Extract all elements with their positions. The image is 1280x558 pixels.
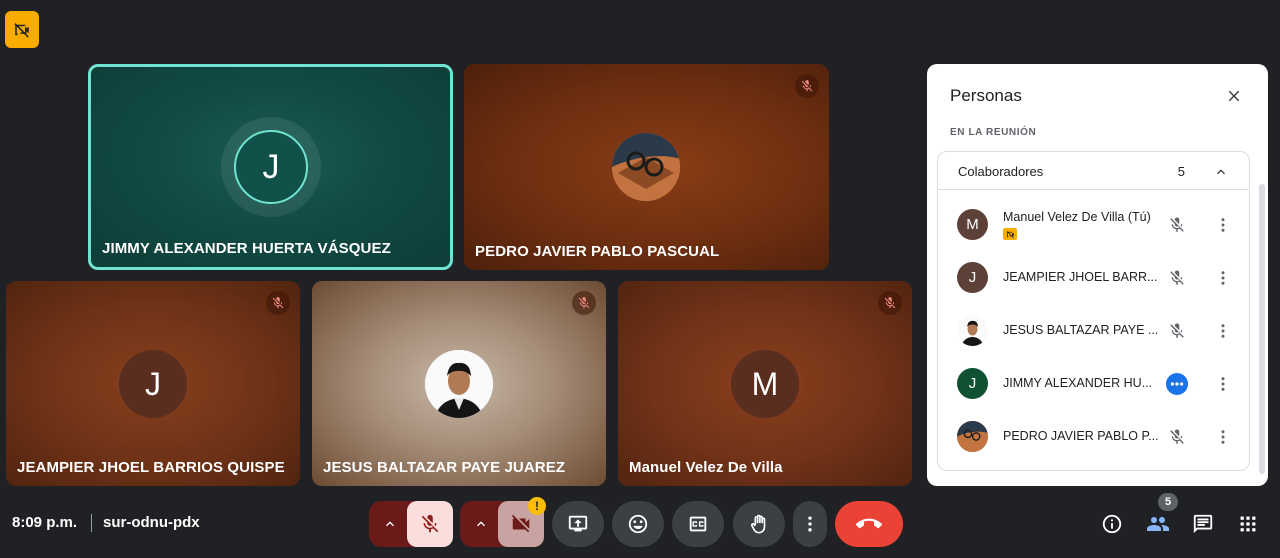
participant-tile[interactable]: J JIMMY ALEXANDER HUERTA VÁSQUEZ (88, 64, 453, 270)
present-screen-button[interactable] (552, 501, 604, 547)
chevron-up-icon[interactable] (369, 501, 411, 547)
list-item[interactable]: M Manuel Velez De Villa (Tú) (938, 200, 1249, 250)
meeting-code: sur-odnu-pdx (103, 514, 200, 531)
avatar: M (957, 209, 988, 240)
present-icon (568, 515, 588, 532)
recording-status-icon (1003, 228, 1017, 240)
list-item[interactable]: J JIMMY ALEXANDER HU... (938, 359, 1249, 409)
mic-off-icon (795, 74, 819, 98)
mic-off-button[interactable] (407, 501, 453, 547)
group-header[interactable]: Colaboradores 5 (938, 152, 1249, 190)
camera-off-icon (511, 514, 530, 533)
group-count: 5 (1177, 164, 1185, 179)
divider (91, 514, 92, 532)
more-options-icon[interactable] (1212, 214, 1234, 236)
group-name: Colaboradores (958, 164, 1044, 179)
person-name: JEAMPIER JHOEL BARR... (1003, 270, 1158, 284)
more-options-icon[interactable] (1212, 373, 1234, 395)
more-options-icon[interactable] (1212, 426, 1234, 448)
avatar (957, 315, 988, 346)
person-name: Manuel Velez De Villa (Tú) (1003, 210, 1151, 224)
close-icon[interactable] (1222, 84, 1246, 108)
participant-name: JEAMPIER JHOEL BARRIOS QUISPE (17, 459, 285, 476)
avatar (957, 421, 988, 452)
mic-off-icon (421, 514, 439, 533)
avatar (425, 350, 493, 418)
emoji-reactions-button[interactable] (612, 501, 664, 547)
person-name: JESUS BALTAZAR PAYE ... (1003, 323, 1159, 337)
more-options-icon[interactable] (1212, 320, 1234, 342)
more-options-button[interactable] (793, 501, 827, 547)
raise-hand-button[interactable] (733, 501, 785, 547)
list-item[interactable]: JESUS BALTAZAR PAYE ... (938, 306, 1249, 356)
mic-off-icon (572, 291, 596, 315)
section-label: EN LA REUNIÓN (950, 127, 1037, 138)
mic-control-group (369, 501, 453, 547)
meeting-info-icon[interactable] (1099, 511, 1125, 537)
avatar: J (957, 262, 988, 293)
avatar: J (957, 368, 988, 399)
end-call-icon (856, 518, 882, 529)
hand-icon (750, 514, 766, 534)
participant-tile[interactable]: PEDRO JAVIER PABLO PASCUAL (464, 64, 829, 270)
avatar: J (119, 350, 187, 418)
mic-off-icon (266, 291, 290, 315)
more-options-icon[interactable] (1212, 267, 1234, 289)
person-name: PEDRO JAVIER PABLO P... (1003, 429, 1159, 443)
more-options-icon (808, 516, 812, 532)
scrollbar[interactable] (1259, 184, 1265, 474)
participant-tile[interactable]: M Manuel Velez De Villa (618, 281, 912, 486)
mic-off-icon (878, 291, 902, 315)
speaking-indicator-icon (1166, 373, 1188, 395)
captions-button[interactable] (672, 501, 724, 547)
warning-icon: ! (528, 497, 546, 515)
mic-off-icon (1166, 426, 1188, 448)
participant-name: Manuel Velez De Villa (629, 459, 783, 476)
captions-icon (689, 516, 707, 532)
mic-off-icon (1166, 214, 1188, 236)
avatar: J (234, 130, 308, 204)
avatar: M (731, 350, 799, 418)
avatar (612, 133, 680, 201)
chevron-up-icon[interactable] (1211, 162, 1231, 182)
participants-group: Colaboradores 5 M Manuel Velez De Villa … (937, 151, 1250, 471)
chat-icon[interactable] (1190, 511, 1216, 537)
mic-off-icon (1166, 267, 1188, 289)
participant-name: JIMMY ALEXANDER HUERTA VÁSQUEZ (102, 240, 391, 257)
panel-title: Personas (950, 86, 1022, 105)
list-item[interactable]: J JEAMPIER JHOEL BARR... (938, 253, 1249, 303)
person-name: JIMMY ALEXANDER HU... (1003, 376, 1153, 390)
activities-icon[interactable] (1235, 511, 1261, 537)
clock: 8:09 p.m. (12, 514, 78, 531)
camera-control-group: ! (460, 497, 546, 547)
mic-off-icon (1166, 320, 1188, 342)
people-count-badge: 5 (1158, 493, 1178, 511)
participant-tile[interactable]: J JEAMPIER JHOEL BARRIOS QUISPE (6, 281, 300, 486)
people-icon[interactable] (1145, 511, 1171, 537)
emoji-icon (628, 514, 648, 534)
recording-status-icon[interactable] (5, 11, 39, 48)
participant-name: PEDRO JAVIER PABLO PASCUAL (475, 243, 720, 260)
end-call-button[interactable] (835, 501, 903, 547)
people-panel: Personas EN LA REUNIÓN Colaboradores 5 M… (927, 64, 1268, 486)
participant-name: JESUS BALTAZAR PAYE JUAREZ (323, 459, 566, 476)
list-item[interactable]: PEDRO JAVIER PABLO P... (938, 412, 1249, 462)
participant-tile[interactable]: JESUS BALTAZAR PAYE JUAREZ (312, 281, 606, 486)
chevron-up-icon[interactable] (460, 501, 502, 547)
